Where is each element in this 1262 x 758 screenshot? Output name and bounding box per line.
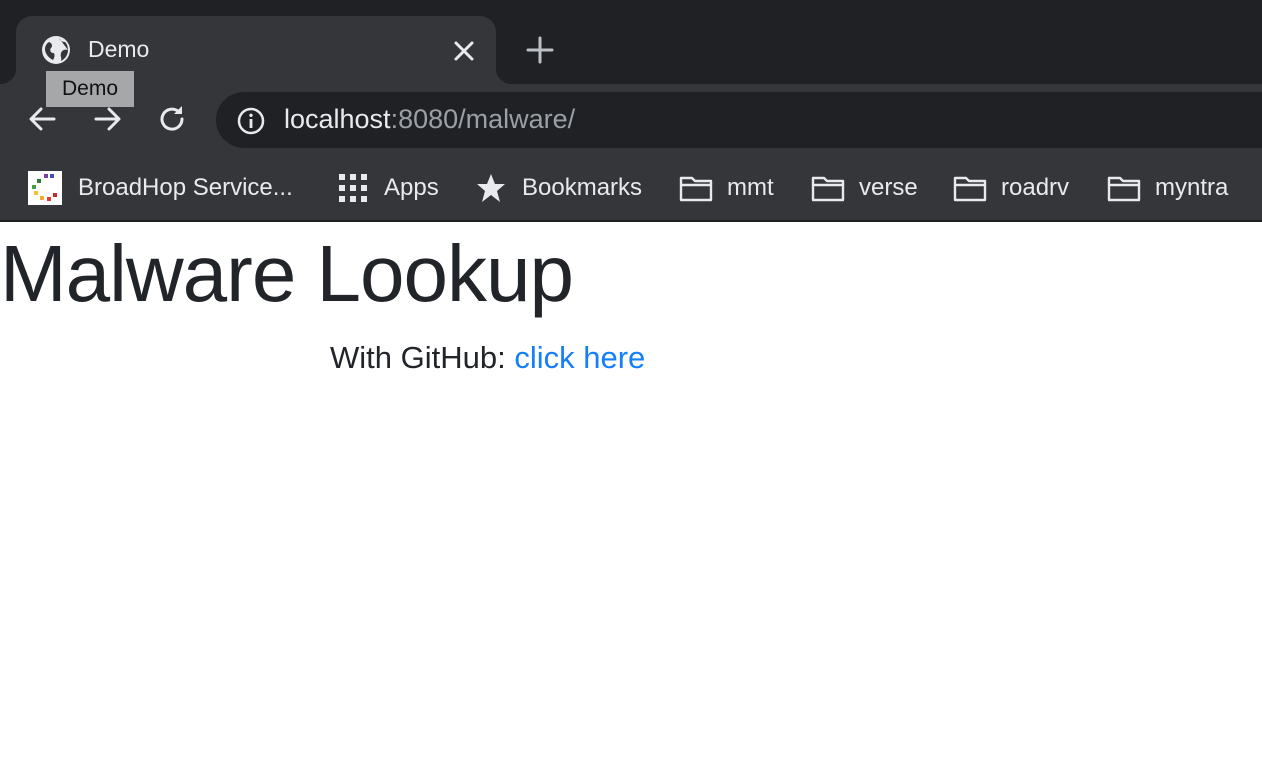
- bookmark-folder-myntra[interactable]: myntra: [1107, 166, 1228, 210]
- bookmark-label: BroadHop Service...: [78, 174, 293, 201]
- bookmark-broadhop[interactable]: BroadHop Service...: [28, 166, 293, 210]
- bookmarks-bar: BroadHop Service... Apps Bookmarks mmt v…: [0, 166, 1262, 210]
- close-icon[interactable]: [450, 37, 478, 65]
- site-favicon: [28, 171, 62, 205]
- github-login-link[interactable]: click here: [514, 340, 645, 375]
- tab-tooltip: Demo: [46, 71, 134, 107]
- folder-icon: [1107, 176, 1141, 202]
- bookmark-folder-mmt[interactable]: mmt: [679, 166, 774, 210]
- arrow-right-icon[interactable]: [90, 102, 124, 136]
- globe-icon: [42, 36, 70, 64]
- tab-strip: Demo: [0, 0, 1262, 84]
- info-icon[interactable]: [236, 106, 266, 136]
- bookmark-label: mmt: [727, 174, 774, 201]
- folder-icon: [811, 176, 845, 202]
- folder-icon: [679, 176, 713, 202]
- bookmark-label: roadrv: [1001, 174, 1070, 201]
- reload-icon[interactable]: [155, 102, 189, 136]
- address-bar[interactable]: localhost:8080/malware/: [216, 92, 1262, 148]
- github-prefix: With GitHub:: [330, 340, 515, 375]
- new-tab-button[interactable]: [524, 34, 556, 66]
- toolbar-divider: [0, 220, 1262, 222]
- bookmark-label: Apps: [384, 174, 439, 201]
- bookmark-bookmarks[interactable]: Bookmarks: [474, 166, 642, 210]
- star-icon: [477, 174, 505, 202]
- bookmark-apps[interactable]: Apps: [336, 166, 439, 210]
- bookmark-label: myntra: [1155, 174, 1229, 201]
- github-login-line: With GitHub: click here: [330, 340, 645, 376]
- bookmark-label: verse: [859, 174, 918, 201]
- bookmark-label: Bookmarks: [522, 174, 643, 201]
- folder-icon: [953, 176, 987, 202]
- url-text[interactable]: localhost:8080/malware/: [284, 104, 575, 135]
- url-path: :8080/malware/: [390, 104, 576, 134]
- url-host: localhost: [284, 104, 391, 134]
- arrow-left-icon[interactable]: [26, 102, 60, 136]
- bookmark-folder-roadrv[interactable]: roadrv: [953, 166, 1069, 210]
- browser-chrome: Demo localhost:8080/malware/ BroadHop Se…: [0, 0, 1262, 222]
- page-title: Malware Lookup: [0, 229, 574, 318]
- tab-title: Demo: [88, 36, 150, 62]
- bookmark-folder-verse[interactable]: verse: [811, 166, 918, 210]
- apps-grid-icon: [339, 174, 367, 202]
